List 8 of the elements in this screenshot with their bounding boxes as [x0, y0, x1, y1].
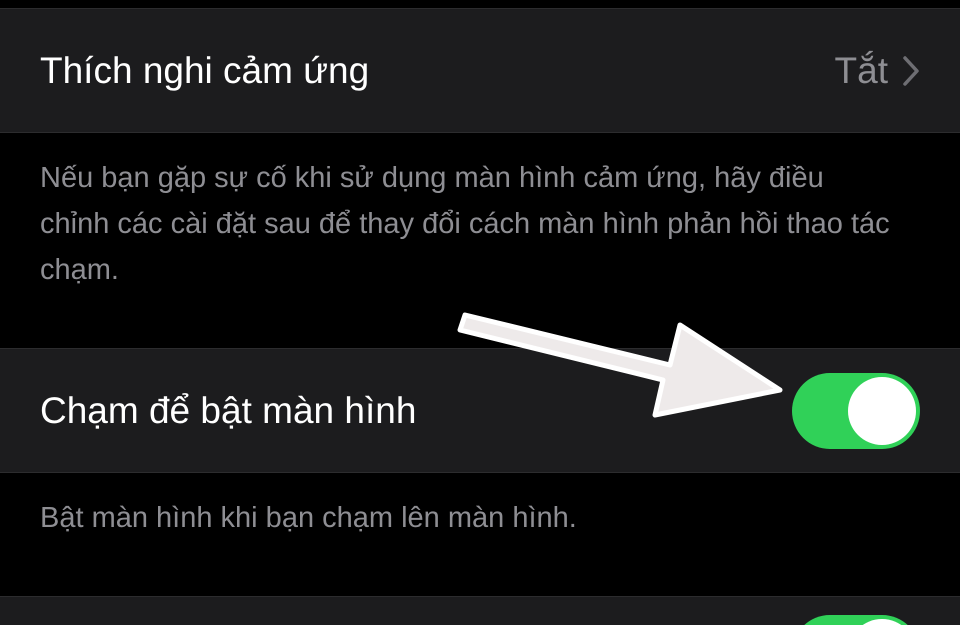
settings-row[interactable]: Chạm để bật màn hình	[0, 348, 960, 473]
section-footer: Nếu bạn gặp sự cố khi sử dụng màn hình cảm ứng, hãy điều chỉnh các cài đặt sau để thay đổi cách màn hình phản hồi thao tác chạm.	[40, 155, 890, 293]
row-value: Tắt	[834, 50, 888, 92]
section-footer: Bật màn hình khi bạn chạm lên màn hình.	[40, 495, 890, 541]
row-label: Chạm để bật màn hình	[40, 390, 418, 432]
row-label: Thích nghi cảm ứng	[40, 50, 370, 92]
settings-row[interactable]: Thích nghi cảm ứng Tắt	[0, 8, 960, 133]
chevron-right-icon	[902, 54, 920, 86]
